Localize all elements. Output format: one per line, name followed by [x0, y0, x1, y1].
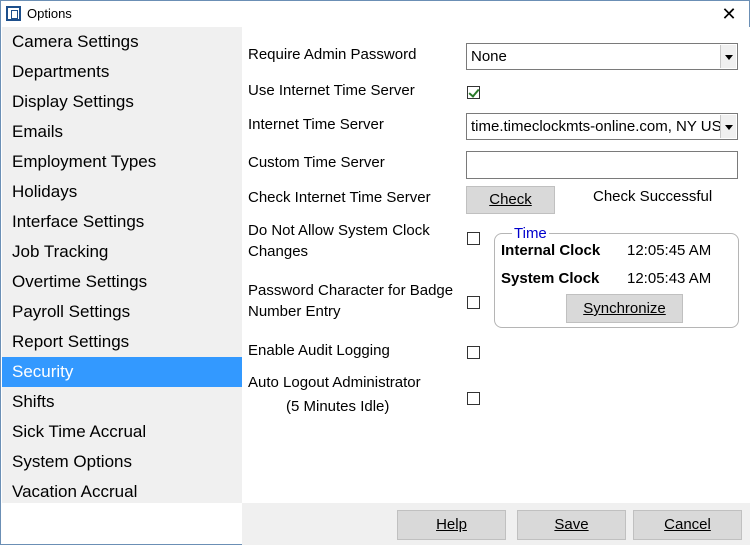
sidebar-item-departments[interactable]: Departments — [2, 57, 242, 87]
sidebar-item-interface-settings[interactable]: Interface Settings — [2, 207, 242, 237]
dialog-footer: Help Save Cancel — [242, 503, 750, 545]
internet-time-server-value: time.timeclockmts-online.com, NY USA — [471, 118, 732, 135]
app-icon — [6, 6, 21, 21]
security-settings-panel: Require Admin Password None Use Internet… — [242, 27, 750, 503]
use-internet-time-server-checkbox[interactable] — [467, 86, 480, 99]
help-button-label: Help — [436, 516, 467, 533]
internet-time-server-label: Internet Time Server — [248, 116, 384, 133]
custom-time-server-input[interactable] — [466, 151, 738, 179]
help-button[interactable]: Help — [397, 510, 506, 540]
use-internet-time-server-label: Use Internet Time Server — [248, 82, 415, 99]
sidebar-item-shifts[interactable]: Shifts — [2, 387, 242, 417]
sidebar-item-vacation-accrual[interactable]: Vacation Accrual — [2, 477, 242, 507]
sidebar-item-holidays[interactable]: Holidays — [2, 177, 242, 207]
disallow-clock-changes-label-line2: Changes — [248, 243, 309, 260]
require-admin-password-value: None — [471, 48, 507, 65]
sidebar-item-camera-settings[interactable]: Camera Settings — [2, 27, 242, 57]
require-admin-password-label: Require Admin Password — [248, 46, 417, 63]
require-admin-password-select[interactable]: None — [466, 43, 738, 70]
password-char-badge-label-line2: Number Entry — [248, 303, 341, 320]
check-button-label: Check — [489, 191, 532, 208]
sidebar-item-system-options[interactable]: System Options — [2, 447, 242, 477]
sidebar-item-report-settings[interactable]: Report Settings — [2, 327, 242, 357]
disallow-clock-changes-label-line1: Do Not Allow System Clock — [248, 222, 430, 239]
close-button[interactable]: ✕ — [711, 1, 747, 27]
sidebar-item-display-settings[interactable]: Display Settings — [2, 87, 242, 117]
options-window: Options ✕ Camera Settings Departments Di… — [0, 0, 750, 545]
internal-clock-label: Internal Clock — [501, 242, 601, 259]
custom-time-server-label: Custom Time Server — [248, 154, 385, 171]
sidebar-item-payroll-settings[interactable]: Payroll Settings — [2, 297, 242, 327]
enable-audit-logging-checkbox[interactable] — [467, 346, 480, 359]
enable-audit-logging-label: Enable Audit Logging — [248, 342, 390, 359]
cancel-button-label: Cancel — [664, 516, 711, 533]
sidebar-item-overtime-settings[interactable]: Overtime Settings — [2, 267, 242, 297]
synchronize-button-label: Synchronize — [583, 300, 666, 317]
internet-time-server-select[interactable]: time.timeclockmts-online.com, NY USA — [466, 113, 738, 140]
internal-clock-value: 12:05:45 AM — [627, 242, 712, 259]
check-internet-time-server-label: Check Internet Time Server — [248, 189, 431, 206]
check-status-text: Check Successful — [593, 188, 713, 205]
sidebar-item-security[interactable]: Security — [2, 357, 242, 387]
cancel-button[interactable]: Cancel — [633, 510, 742, 540]
system-clock-value: 12:05:43 AM — [627, 270, 712, 287]
password-char-badge-label-line1: Password Character for Badge — [248, 282, 454, 299]
system-clock-label: System Clock — [501, 270, 600, 287]
check-button[interactable]: Check — [466, 186, 555, 214]
sidebar-item-sick-time-accrual[interactable]: Sick Time Accrual — [2, 417, 242, 447]
options-sidebar: Camera Settings Departments Display Sett… — [2, 27, 242, 503]
sidebar-item-emails[interactable]: Emails — [2, 117, 242, 147]
sidebar-item-job-tracking[interactable]: Job Tracking — [2, 237, 242, 267]
chevron-down-icon[interactable] — [720, 45, 736, 68]
window-title: Options — [27, 6, 72, 21]
title-bar: Options ✕ — [1, 1, 749, 27]
password-char-badge-checkbox[interactable] — [467, 296, 480, 309]
auto-logout-admin-label-line1: Auto Logout Administrator — [248, 374, 421, 391]
save-button-label: Save — [554, 516, 589, 533]
disallow-clock-changes-checkbox[interactable] — [467, 232, 480, 245]
save-button[interactable]: Save — [517, 510, 626, 540]
auto-logout-admin-label-line2: (5 Minutes Idle) — [286, 398, 390, 415]
chevron-down-icon[interactable] — [720, 115, 736, 138]
auto-logout-admin-checkbox[interactable] — [467, 392, 480, 405]
sidebar-item-employment-types[interactable]: Employment Types — [2, 147, 242, 177]
synchronize-button[interactable]: Synchronize — [566, 294, 683, 323]
